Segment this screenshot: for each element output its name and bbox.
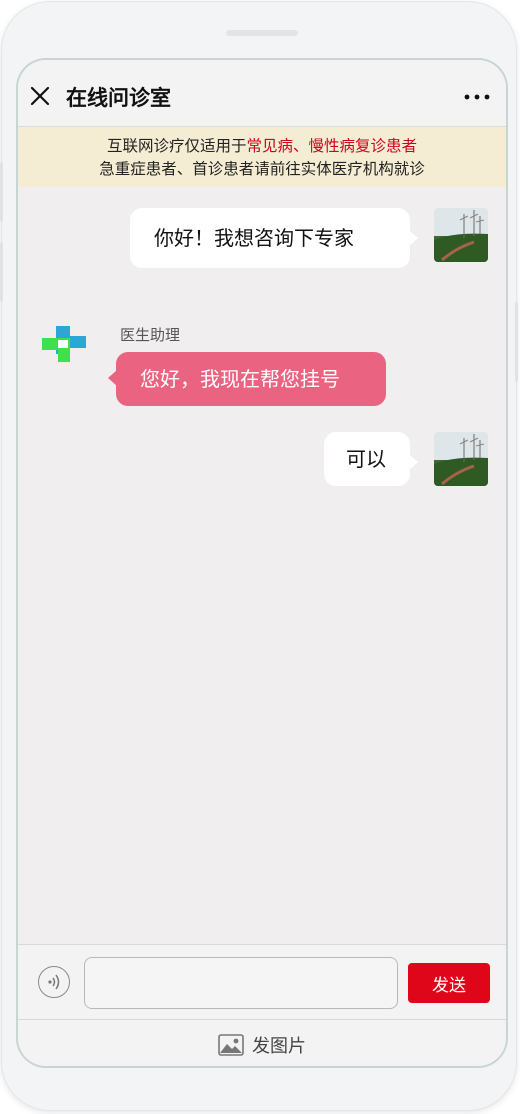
phone-side-button [0, 162, 3, 222]
close-icon[interactable] [30, 86, 50, 106]
phone-power-button [515, 302, 518, 382]
send-image-button[interactable]: 发图片 [18, 1020, 506, 1066]
user-message-bubble[interactable]: 可以 [324, 432, 418, 486]
user-avatar[interactable] [434, 208, 488, 262]
user-landscape-avatar [434, 432, 488, 486]
send-button[interactable]: 发送 [408, 963, 490, 1003]
message-input[interactable] [84, 957, 398, 1009]
send-image-label: 发图片 [252, 1036, 306, 1057]
notice-highlight: 常见病、慢性病复诊患者 [246, 137, 418, 155]
notice-text: 互联网诊疗仅适用于 [106, 137, 247, 155]
sender-name: 医生助理 [120, 326, 181, 344]
user-landscape-avatar [434, 208, 488, 262]
notice-line-1: 互联网诊疗仅适用于常见病、慢性病复诊患者 [18, 135, 506, 158]
page-title: 在线问诊室 [66, 86, 171, 110]
more-dots-icon[interactable] [464, 94, 490, 100]
phone-side-button [0, 242, 3, 302]
app-screen: 在线问诊室 互联网诊疗仅适用于常见病、慢性病复诊患者 急重症患者、首诊患者请前往… [18, 60, 506, 1066]
doctor-cross-logo[interactable] [40, 322, 86, 368]
image-icon [218, 1034, 244, 1056]
doctor-message-bubble[interactable]: 您好，我现在帮您挂号 [108, 352, 386, 406]
phone-speaker [226, 30, 298, 36]
notice-line-2: 急重症患者、首诊患者请前往实体医疗机构就诊 [99, 160, 425, 178]
voice-icon[interactable] [38, 966, 70, 998]
top-bar: 在线问诊室 [18, 60, 506, 127]
phone-frame: 在线问诊室 互联网诊疗仅适用于常见病、慢性病复诊患者 急重症患者、首诊患者请前往… [0, 2, 518, 1110]
user-message-bubble[interactable]: 你好！我想咨询下专家 [130, 208, 418, 268]
user-avatar[interactable] [434, 432, 488, 486]
notice-banner: 互联网诊疗仅适用于常见病、慢性病复诊患者 急重症患者、首诊患者请前往实体医疗机构… [18, 127, 506, 187]
composer-bar: 发送 发图片 [18, 944, 506, 1066]
